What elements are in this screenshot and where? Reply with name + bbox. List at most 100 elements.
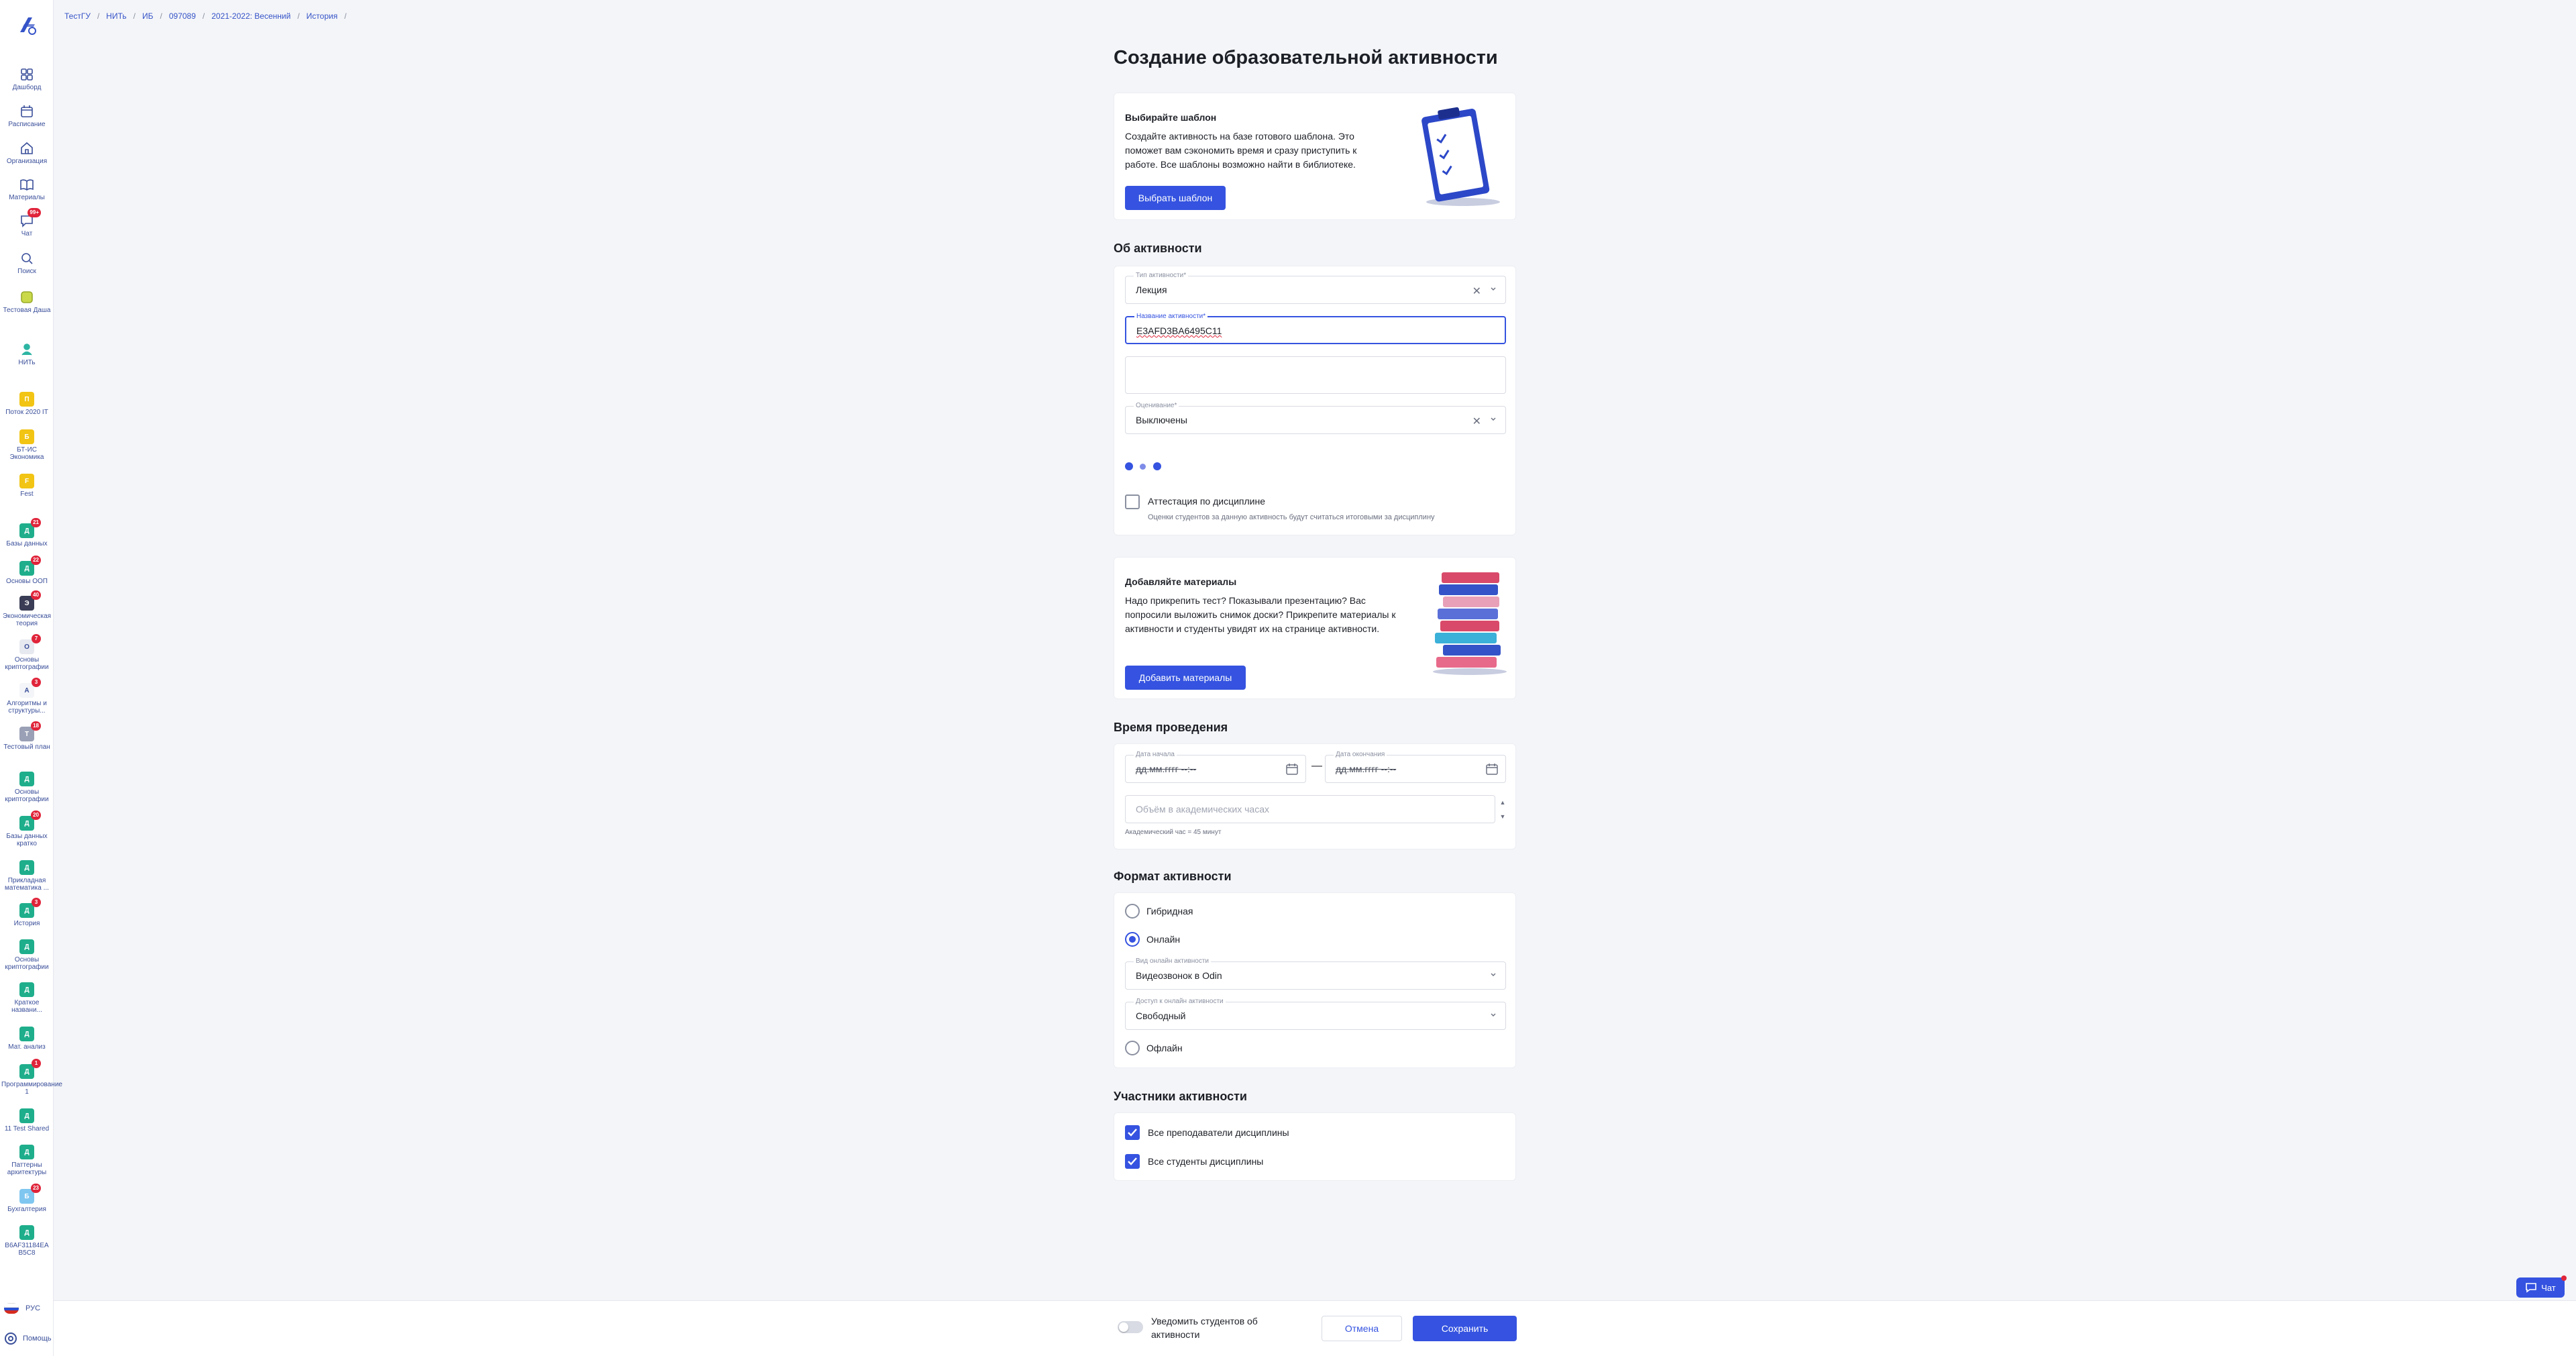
sidebar-course-item[interactable]: Д Паттерны архитектуры <box>0 1145 54 1176</box>
activity-description-field[interactable] <box>1125 356 1506 394</box>
online-access-select[interactable]: Доступ к онлайн активности Свободный <box>1125 998 1506 1030</box>
calendar-icon[interactable] <box>1285 762 1299 776</box>
activity-name-field[interactable]: Название активности* E3AFD3BA6495C11 <box>1125 313 1506 344</box>
clear-icon[interactable]: ✕ <box>1472 284 1481 298</box>
format-hybrid-radio[interactable] <box>1125 904 1140 919</box>
course-icon: Д <box>19 1145 34 1159</box>
sidebar-course-item[interactable]: О 7 Основы криптографии <box>0 634 54 671</box>
sidebar-item-search[interactable]: Поиск <box>0 251 54 275</box>
all-teachers-label: Все преподаватели дисциплины <box>1148 1127 1289 1138</box>
activity-type-select[interactable]: Тип активности* Лекция ✕ <box>1125 272 1506 304</box>
sidebar-course-item[interactable]: Д Основы криптографии <box>0 939 54 971</box>
sidebar-item-dashboard[interactable]: Дашборд <box>0 67 54 91</box>
sidebar-item-nit[interactable]: НИТь <box>0 342 54 366</box>
sidebar-course-item[interactable]: Д Основы криптографии <box>0 772 54 803</box>
breadcrumb-item[interactable]: ИБ <box>142 11 154 21</box>
course-icon: Д <box>19 982 34 997</box>
sidebar-item-label: Материалы <box>9 194 45 201</box>
clear-icon[interactable]: ✕ <box>1472 415 1481 428</box>
sidebar-course-item[interactable]: Д 3 История <box>0 898 54 927</box>
sidebar-course-item[interactable]: Т 18 Тестовый план <box>0 721 54 751</box>
participants-section-title: Участники активности <box>1114 1090 1247 1103</box>
sidebar-item-home[interactable]: Организация <box>0 141 54 165</box>
cancel-button[interactable]: Отмена <box>1322 1316 1402 1341</box>
breadcrumb: ТестГУ / НИТь / ИБ / 097089 / 2021-2022: Весенни… <box>64 11 354 21</box>
breadcrumb-item[interactable]: ТестГУ <box>64 11 91 21</box>
sidebar-course-item[interactable]: Д Мат. анализ <box>0 1027 54 1051</box>
all-teachers-checkbox[interactable] <box>1125 1125 1140 1140</box>
save-button[interactable]: Сохранить <box>1413 1316 1517 1341</box>
help-link[interactable]: Помощь <box>4 1332 52 1345</box>
materials-card-heading: Добавляйте материалы <box>1125 576 1237 587</box>
sidebar-course-item[interactable]: Д 22 Основы ООП <box>0 556 54 585</box>
sidebar-course-item[interactable]: А 3 Алгоритмы и структуры... <box>0 678 54 715</box>
activity-name-value: E3AFD3BA6495C11 <box>1136 325 1222 336</box>
grading-select[interactable]: Оценивание* Выключены ✕ <box>1125 402 1506 434</box>
format-online-radio[interactable] <box>1125 932 1140 947</box>
sidebar-group-item[interactable]: F Fest <box>0 474 54 498</box>
calendar-icon <box>21 105 33 117</box>
chat-icon <box>2526 1283 2537 1293</box>
add-materials-button[interactable]: Добавить материалы <box>1125 666 1246 690</box>
sidebar-item-book[interactable]: Материалы <box>0 177 54 201</box>
date-range-dash: — <box>1311 760 1322 772</box>
course-icon: Д <box>19 860 34 875</box>
course-icon: Т 18 <box>19 721 41 741</box>
sidebar-item-label: Краткое названи... <box>11 999 42 1014</box>
nit-icon <box>21 344 32 356</box>
hours-placeholder: Объём в академических часах <box>1136 804 1270 815</box>
course-icon: Д <box>19 1225 34 1240</box>
breadcrumb-item[interactable]: 097089 <box>169 11 196 21</box>
language-switcher[interactable]: РУС <box>4 1303 40 1314</box>
increment-icon[interactable]: ▲ <box>1500 799 1506 806</box>
end-date-field[interactable]: Дата окончания дд.мм.гггг --:-- <box>1325 751 1506 783</box>
start-date-field[interactable]: Дата начала дд.мм.гггг --:-- <box>1125 751 1306 783</box>
chat-notification-dot <box>2561 1275 2567 1281</box>
notify-students-toggle[interactable] <box>1118 1321 1143 1333</box>
checkmark-icon <box>1128 1157 1137 1165</box>
sidebar-item-label: B6AF31184EA B5C8 <box>5 1242 49 1257</box>
notification-badge: 21 <box>31 518 41 527</box>
group-icon: П <box>19 392 34 407</box>
loading-dot <box>1153 462 1161 470</box>
sidebar-item-test[interactable]: Тестовая Даша <box>0 290 54 314</box>
breadcrumb-item[interactable]: НИТь <box>106 11 126 21</box>
breadcrumb-separator: / <box>297 11 300 21</box>
sidebar-course-item[interactable]: Д Краткое названи... <box>0 982 54 1014</box>
sidebar-course-item[interactable]: Б 23 Бухгалтерия <box>0 1184 54 1213</box>
sidebar-course-item[interactable]: Д 11 Test Shared <box>0 1108 54 1133</box>
format-offline-radio[interactable] <box>1125 1041 1140 1055</box>
attestation-checkbox[interactable] <box>1125 494 1140 509</box>
breadcrumb-separator: / <box>160 11 162 21</box>
chat-float-button[interactable]: Чат <box>2516 1275 2567 1298</box>
sidebar-group-item[interactable]: Б БТ-ИС Экономика <box>0 429 54 461</box>
sidebar-item-label: 11 Test Shared <box>4 1125 50 1133</box>
sidebar-course-item[interactable]: Д 20 Базы данных кратко <box>0 811 54 847</box>
sidebar-group-item[interactable]: П Поток 2020 IT <box>0 392 54 416</box>
sidebar-item-calendar[interactable]: Расписание <box>0 104 54 128</box>
sidebar-course-item[interactable]: Э 40 Экономическая теория <box>0 590 54 627</box>
breadcrumb-item[interactable]: История <box>307 11 338 21</box>
sidebar-item-chat[interactable]: 99+ Чат <box>0 208 54 238</box>
hours-stepper[interactable]: ▲ ▼ <box>1498 795 1507 823</box>
sidebar-course-item[interactable]: Д 1 Программирование 1 <box>0 1059 62 1096</box>
help-icon <box>5 1333 17 1345</box>
choose-template-button[interactable]: Выбрать шаблон <box>1125 186 1226 210</box>
online-type-select[interactable]: Вид онлайн активности Видеозвонок в Odin <box>1125 957 1506 990</box>
calendar-icon[interactable] <box>1485 762 1499 776</box>
language-label: РУС <box>25 1304 41 1312</box>
sidebar-course-item[interactable]: Д 21 Базы данных <box>0 518 54 547</box>
sidebar-course-item[interactable]: Д Прикладная математика ... <box>0 860 54 892</box>
sidebar-course-item[interactable]: Д B6AF31184EA B5C8 <box>0 1225 54 1257</box>
breadcrumb-item[interactable]: 2021-2022: Весенний <box>211 11 290 21</box>
hours-input[interactable]: Объём в академических часах <box>1125 795 1495 823</box>
sidebar-item-label: Бухгалтерия <box>7 1206 46 1213</box>
all-students-checkbox[interactable] <box>1125 1154 1140 1169</box>
app-logo-icon[interactable] <box>15 13 39 38</box>
participants-card: Все преподаватели дисциплины Все студент… <box>1114 1112 1516 1181</box>
sidebar-item-label: Мат. анализ <box>8 1043 46 1051</box>
decrement-icon[interactable]: ▼ <box>1500 813 1506 820</box>
sidebar-item-label: Программирование 1 <box>1 1081 62 1096</box>
dashboard-icon <box>21 68 33 81</box>
book-icon <box>20 179 34 191</box>
